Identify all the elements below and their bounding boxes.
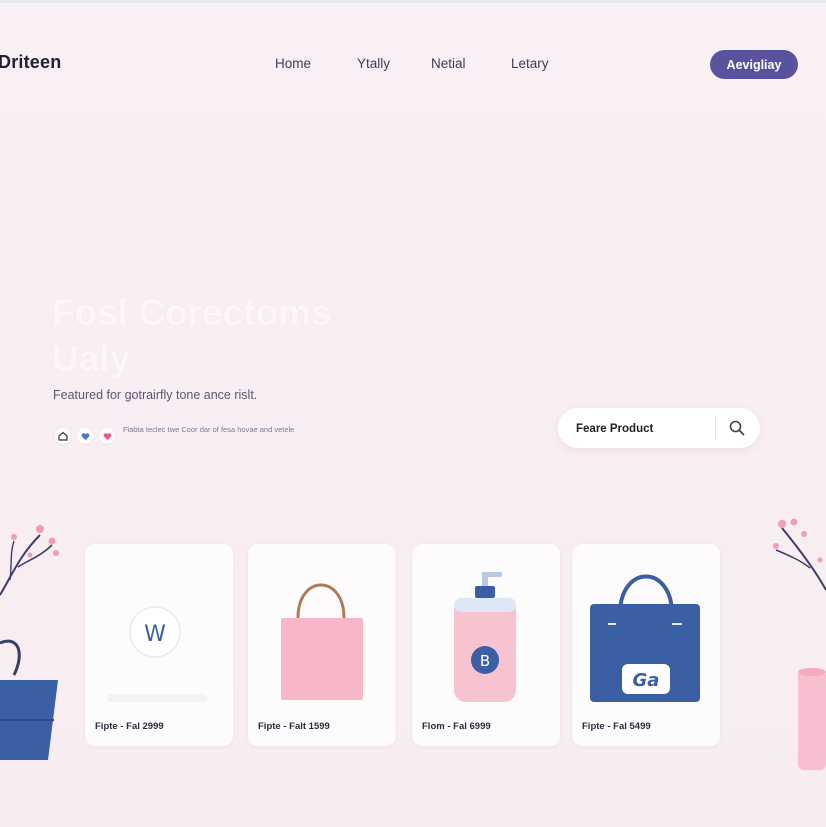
product-card[interactable]: Fipte - Falt 1599 [248,544,396,746]
watch-product-image: W [107,606,207,702]
brand-logo[interactable]: Driteen [0,52,61,73]
search-icon [729,420,745,436]
pink-bag-product-image [281,583,363,700]
product-label: Flom - Fal 6999 [422,721,491,732]
product-label: Fipte - Fal 2999 [95,721,164,732]
product-card[interactable]: W Fipte - Fal 2999 [85,544,233,746]
card-mark-w: W [144,622,166,647]
product-card[interactable]: B Flom - Fal 6999 [412,544,560,746]
bottle-product-image: B [454,572,516,702]
hero-title-line2: Ualy [52,338,131,379]
nav-letary[interactable]: Letary [511,56,549,71]
search-divider [715,417,716,439]
search-button[interactable] [726,418,748,438]
nav-ytally[interactable]: Ytally [357,56,390,71]
social-note: Fiabta teclec twe Coor dar of fesa hovae… [123,425,295,434]
card-mark-b: B [480,652,490,670]
social-links [55,428,115,444]
heart-social-icon[interactable] [77,428,93,444]
left-plant-decoration [0,525,59,760]
right-plant-decoration [773,518,826,770]
product-card[interactable]: Ga Fipte - Fal 5499 [572,544,720,746]
hero-subtitle: Featured for gotrairfly tone ance rislt. [53,388,258,402]
blue-tote-product-image: Ga [590,574,700,702]
card-mark-ga: Ga [633,670,660,691]
top-border [0,0,826,3]
product-label: Fipte - Fal 5499 [582,721,651,732]
nav-netial[interactable]: Netial [431,56,466,71]
hero-title: Fosl Corectoms Ualy [52,290,412,382]
hero-title-line1: Fosl Corectoms [52,292,332,333]
search-input[interactable] [574,419,718,439]
product-search [558,408,760,448]
pin-social-icon[interactable] [99,428,115,444]
product-label: Fipte - Falt 1599 [258,721,330,732]
nav-home[interactable]: Home [275,56,311,71]
home-social-icon[interactable] [55,428,71,444]
header-cta-button[interactable]: Aevigliay [710,50,798,79]
